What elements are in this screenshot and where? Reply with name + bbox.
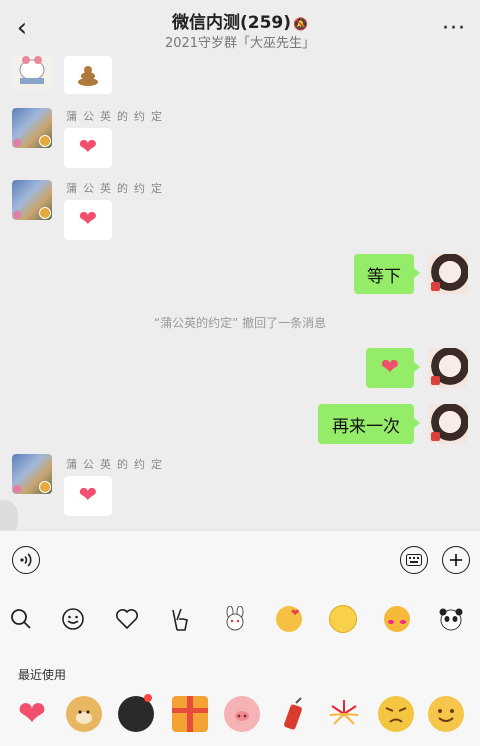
avatar[interactable] bbox=[12, 56, 52, 90]
message-bubble[interactable]: ❤ bbox=[64, 476, 112, 516]
heart-emoji-icon[interactable]: ❤ bbox=[14, 696, 50, 732]
pig-emoji-icon[interactable] bbox=[224, 696, 260, 732]
more-dots-icon[interactable]: ··· bbox=[442, 16, 466, 41]
avatar[interactable] bbox=[12, 180, 52, 220]
recent-label: 最近使用 bbox=[18, 668, 67, 682]
badge-icon bbox=[39, 135, 51, 147]
sender-name: 蒲公英的约定 bbox=[66, 182, 168, 195]
search-icon[interactable] bbox=[4, 602, 38, 636]
gift-emoji-icon[interactable] bbox=[172, 696, 208, 732]
message-bubble[interactable]: 等下 bbox=[354, 254, 420, 294]
blush-face-icon[interactable] bbox=[326, 602, 360, 636]
chat-subtitle: 2021守岁群「大巫先生」 bbox=[164, 36, 316, 51]
group-name: 微信内测(259) bbox=[172, 13, 292, 33]
firecracker-emoji-icon[interactable] bbox=[276, 696, 312, 732]
sender-name: 蒲公英的约定 bbox=[66, 458, 168, 471]
doge-emoji-icon[interactable] bbox=[66, 696, 102, 732]
angry-face-emoji-icon[interactable] bbox=[378, 696, 414, 732]
message-input[interactable] bbox=[52, 543, 388, 577]
heart-emoji-icon: ❤ bbox=[78, 483, 98, 508]
heart-emoji-icon: ❤ bbox=[78, 135, 98, 160]
badge-icon bbox=[13, 485, 21, 493]
input-bar bbox=[0, 530, 480, 589]
chat-header: ‹ 微信内测(259) 🔕 2021守岁群「大巫先生」 ··· bbox=[0, 0, 480, 56]
drag-handle[interactable] bbox=[0, 500, 18, 530]
emoji-tab-bar: ❤ bbox=[0, 588, 480, 650]
chat-title: 微信内测(259) 🔕 bbox=[0, 8, 480, 33]
victory-hand-icon[interactable] bbox=[164, 602, 198, 636]
avatar[interactable] bbox=[428, 348, 468, 388]
badge-icon bbox=[431, 282, 440, 291]
heart-outline-icon[interactable] bbox=[110, 602, 144, 636]
smile-face-emoji-icon[interactable] bbox=[428, 696, 464, 732]
avatar[interactable] bbox=[12, 454, 52, 494]
heart-emoji-icon: ❤ bbox=[380, 355, 400, 380]
heart-emoji-icon: ❤ bbox=[78, 207, 98, 232]
emoji-panel: 最近使用 ❤ bbox=[0, 650, 480, 746]
cartoon-avatar-icon bbox=[19, 56, 45, 84]
bell-muted-icon: 🔕 bbox=[293, 17, 308, 31]
kiss-face-icon[interactable]: ❤ bbox=[272, 602, 306, 636]
avatar[interactable] bbox=[428, 254, 468, 294]
avatar[interactable] bbox=[428, 404, 468, 444]
shy-face-icon[interactable] bbox=[380, 602, 414, 636]
avatar[interactable] bbox=[12, 108, 52, 148]
message-bubble[interactable]: 再来一次 bbox=[318, 404, 420, 444]
badge-icon bbox=[13, 139, 21, 147]
badge-icon bbox=[431, 376, 440, 385]
plus-icon[interactable] bbox=[442, 546, 470, 574]
recall-notice: “蒲公英的约定” 撤回了一条消息 bbox=[153, 316, 327, 330]
fireworks-emoji-icon[interactable] bbox=[326, 696, 362, 732]
badge-icon bbox=[39, 481, 51, 493]
message-list[interactable]: 蒲公英的约定 ❤ 蒲公英的约定 ❤ 等下 “蒲公英的约定” 撤回了一条消息 ❤ … bbox=[0, 56, 480, 530]
message-bubble[interactable] bbox=[64, 56, 112, 94]
message-bubble[interactable]: ❤ bbox=[64, 128, 112, 168]
bunny-sticker-icon[interactable] bbox=[218, 602, 252, 636]
poop-emoji-icon bbox=[76, 64, 100, 86]
badge-icon bbox=[39, 207, 51, 219]
sender-name: 蒲公英的约定 bbox=[66, 110, 168, 123]
badge-icon bbox=[13, 211, 21, 219]
keyboard-icon[interactable] bbox=[400, 546, 428, 574]
message-bubble[interactable]: ❤ bbox=[64, 200, 112, 240]
badge-icon bbox=[431, 432, 440, 441]
smiley-icon[interactable] bbox=[56, 602, 90, 636]
bomb-emoji-icon[interactable] bbox=[118, 694, 154, 732]
panda-sticker-icon[interactable] bbox=[434, 602, 468, 636]
voice-icon[interactable] bbox=[12, 546, 40, 574]
message-bubble[interactable]: ❤ bbox=[366, 348, 420, 388]
